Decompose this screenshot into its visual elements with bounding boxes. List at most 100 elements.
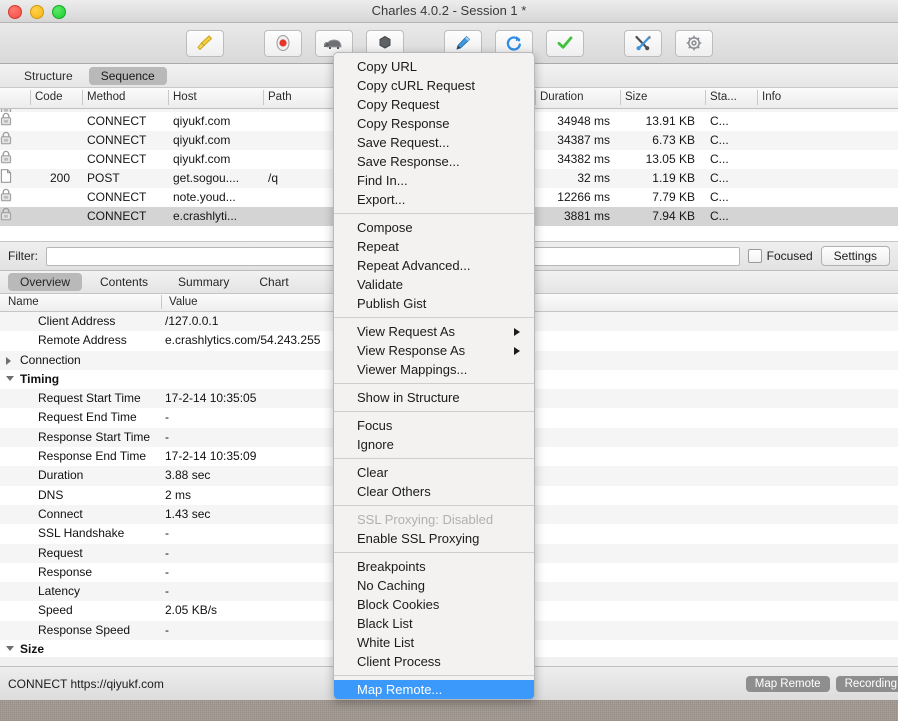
menu-item-client-process[interactable]: Client Process — [334, 652, 534, 671]
menu-item-publish-gist[interactable]: Publish Gist — [334, 294, 534, 313]
tab-overview[interactable]: Overview — [8, 273, 83, 291]
overview-column-header-name[interactable]: Name — [4, 296, 39, 308]
column-header-size[interactable]: Size — [620, 91, 647, 103]
column-header-code[interactable]: Code — [30, 91, 63, 103]
menu-item-copy-request[interactable]: Copy Request — [334, 95, 534, 114]
chevron-right-icon — [514, 347, 520, 355]
lock-icon — [0, 112, 12, 126]
menu-item-compose[interactable]: Compose — [334, 218, 534, 237]
menu-item-repeat[interactable]: Repeat — [334, 237, 534, 256]
record-icon — [276, 35, 289, 51]
menu-item-repeat-advanced[interactable]: Repeat Advanced... — [334, 256, 534, 275]
tab-chart[interactable]: Chart — [247, 273, 300, 291]
menu-item-copy-url[interactable]: Copy URL — [334, 57, 534, 76]
window-titlebar: Charles 4.0.2 - Session 1 * — [0, 0, 898, 23]
table-cell: 6.73 KB — [652, 133, 695, 147]
zoom-button[interactable] — [52, 5, 66, 19]
focused-checkbox-wrapper[interactable]: Focused — [747, 249, 813, 263]
column-header-path[interactable]: Path — [263, 91, 292, 103]
menu-item-view-response-as[interactable]: View Response As — [334, 341, 534, 360]
table-cell: e.crashlyti... — [173, 209, 238, 223]
menu-item-clear-others[interactable]: Clear Others — [334, 482, 534, 501]
menu-item-save-response[interactable]: Save Response... — [334, 152, 534, 171]
menu-item-viewer-mappings[interactable]: Viewer Mappings... — [334, 360, 534, 379]
property-name: Size — [20, 642, 45, 657]
overview-column-header-value[interactable]: Value — [165, 296, 198, 308]
menu-item-find-in[interactable]: Find In... — [334, 171, 534, 190]
table-cell: qiyukf.com — [173, 114, 231, 128]
column-header-sta[interactable]: Sta... — [705, 91, 737, 103]
close-button[interactable] — [8, 5, 22, 19]
property-name: Request End Time — [38, 410, 137, 425]
status-map-remote-button[interactable]: Map Remote — [745, 675, 830, 692]
menu-item-black-list[interactable]: Black List — [334, 614, 534, 633]
status-recording-button[interactable]: Recording — [835, 675, 898, 692]
menu-item-clear[interactable]: Clear — [334, 463, 534, 482]
menu-item-view-request-as[interactable]: View Request As — [334, 322, 534, 341]
menu-item-ignore[interactable]: Ignore — [334, 435, 534, 454]
column-header-info[interactable]: Info — [757, 91, 781, 103]
menu-item-enable-ssl-proxying[interactable]: Enable SSL Proxying — [334, 529, 534, 548]
window-title: Charles 4.0.2 - Session 1 * — [371, 3, 527, 18]
menu-item-focus[interactable]: Focus — [334, 416, 534, 435]
refresh-icon — [506, 36, 521, 51]
turtle-icon — [323, 39, 341, 49]
menu-separator — [334, 317, 534, 318]
property-value: 17-2-14 10:35:09 — [165, 449, 257, 464]
checkmark-icon-button[interactable] — [545, 29, 584, 57]
menu-item-copy-curl-request[interactable]: Copy cURL Request — [334, 76, 534, 95]
column-divider[interactable] — [161, 295, 162, 309]
chevron-right-icon[interactable] — [6, 356, 11, 365]
pen-icon — [455, 35, 470, 50]
broom-icon-button[interactable] — [185, 29, 224, 57]
column-header-host[interactable]: Host — [168, 91, 197, 103]
property-value: 2.05 KB/s — [165, 603, 218, 618]
record-icon-button[interactable] — [263, 29, 302, 57]
table-cell: 7.94 KB — [652, 209, 695, 223]
menu-item-map-remote[interactable]: Map Remote... — [334, 680, 534, 699]
menu-item-breakpoints[interactable]: Breakpoints — [334, 557, 534, 576]
checkmark-icon — [557, 36, 572, 49]
request-context-menu[interactable]: Copy URL Copy cURL Request Copy Request Cop… — [333, 52, 535, 700]
property-name: Response End Time — [38, 449, 147, 464]
settings-button[interactable]: Settings — [820, 246, 890, 266]
property-value: 1.43 sec — [165, 506, 211, 521]
table-cell: note.youd... — [173, 190, 236, 204]
column-header-method[interactable]: Method — [82, 91, 125, 103]
tab-sequence[interactable]: Sequence — [88, 66, 167, 85]
minimize-button[interactable] — [30, 5, 44, 19]
property-value: - — [165, 622, 169, 637]
tab-summary[interactable]: Summary — [166, 273, 241, 291]
table-cell: C... — [710, 114, 729, 128]
menu-item-copy-response[interactable]: Copy Response — [334, 114, 534, 133]
column-header-duration[interactable]: Duration — [535, 91, 583, 103]
menu-item-ssl-proxying-disabled: SSL Proxying: Disabled — [357, 512, 494, 527]
table-cell: CONNECT — [87, 133, 147, 147]
table-cell: CONNECT — [87, 209, 147, 223]
menu-item-validate[interactable]: Validate — [334, 275, 534, 294]
focused-checkbox[interactable] — [747, 249, 762, 263]
property-name: Response — [38, 564, 93, 579]
table-cell: C... — [710, 152, 729, 166]
property-value: - — [165, 564, 169, 579]
document-icon — [0, 169, 12, 183]
tab-structure[interactable]: Structure — [12, 67, 85, 85]
menu-item-export[interactable]: Export... — [334, 190, 534, 209]
table-cell: CONNECT — [87, 152, 147, 166]
gear-icon-button[interactable] — [674, 29, 713, 57]
tab-contents[interactable]: Contents — [88, 273, 160, 291]
menu-item-save-request[interactable]: Save Request... — [334, 133, 534, 152]
property-name: Response Start Time — [38, 429, 151, 444]
menu-item-show-in-structure[interactable]: Show in Structure — [334, 388, 534, 407]
table-cell: 13.05 KB — [645, 152, 695, 166]
menu-separator — [334, 383, 534, 384]
menu-item-no-caching[interactable]: No Caching — [334, 576, 534, 595]
tools-icon-button[interactable] — [623, 29, 662, 57]
menu-item-white-list[interactable]: White List — [334, 633, 534, 652]
lock-icon — [0, 131, 12, 145]
chevron-down-icon[interactable] — [6, 375, 14, 381]
chevron-down-icon[interactable] — [6, 646, 14, 652]
menu-item-block-cookies[interactable]: Block Cookies — [334, 595, 534, 614]
table-cell: CONNECT — [87, 114, 147, 128]
table-cell: /q — [268, 171, 279, 185]
